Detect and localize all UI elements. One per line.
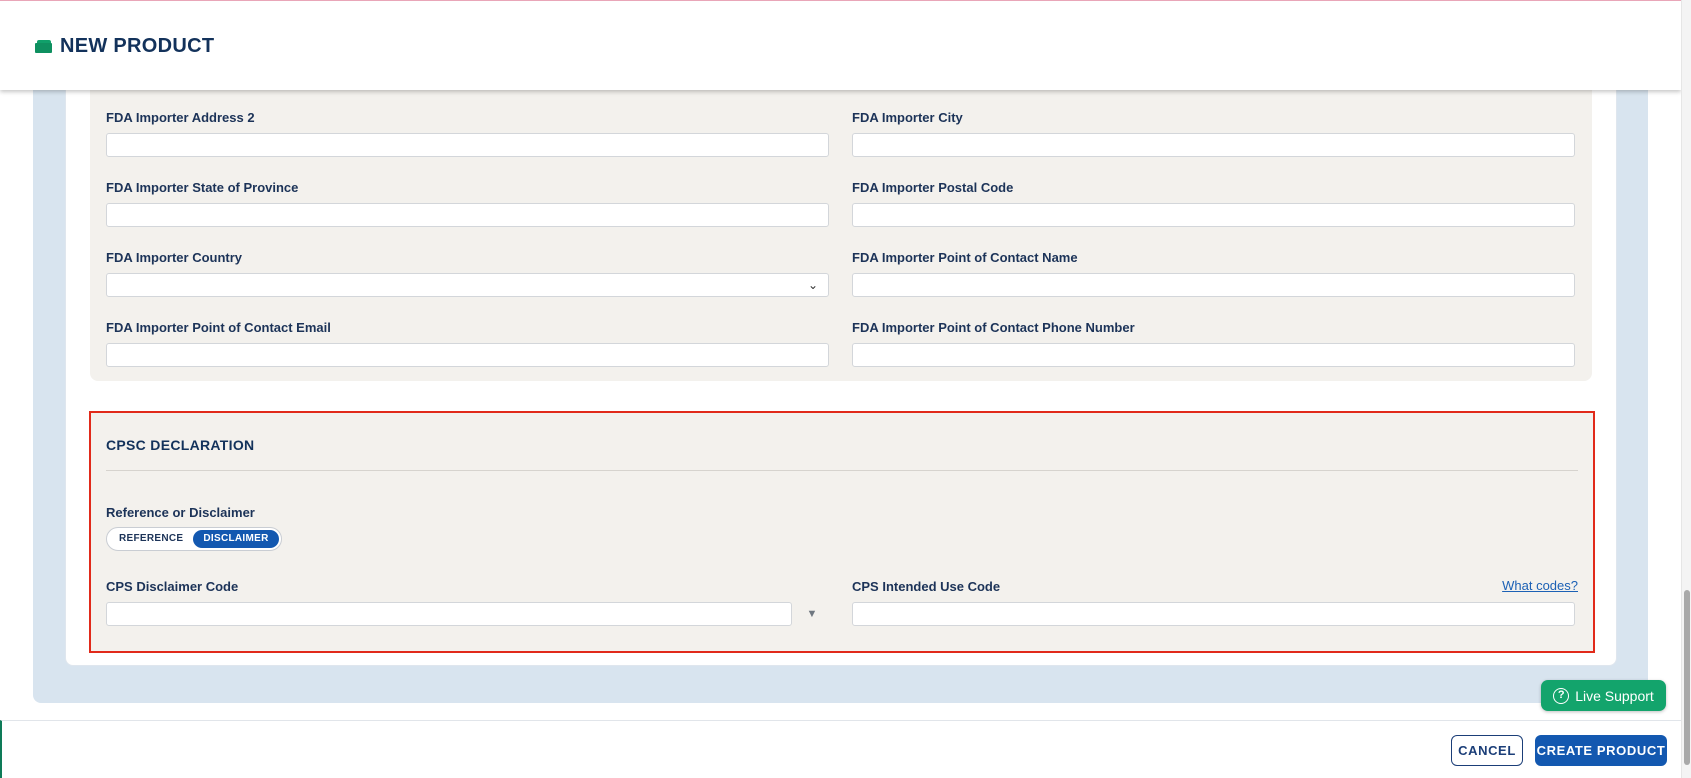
folder-icon (35, 40, 52, 53)
field-reference-or-disclaimer: Reference or Disclaimer (106, 505, 255, 528)
field-label: CPS Intended Use Code (852, 579, 1001, 594)
field-cps-disclaimer-code: CPS Disclaimer Code ▼ (106, 579, 829, 626)
field-label: FDA Importer Postal Code (852, 180, 1014, 195)
field-label: FDA Importer Point of Contact Phone Numb… (852, 320, 1135, 335)
field-label: FDA Importer State of Province (106, 180, 299, 195)
live-support-button[interactable]: ? Live Support (1541, 680, 1666, 711)
create-product-button[interactable]: CREATE PRODUCT (1535, 735, 1667, 766)
chevron-down-icon: ⌄ (807, 278, 818, 292)
field-fda-importer-poc-phone: FDA Importer Point of Contact Phone Numb… (852, 320, 1575, 367)
section-divider (106, 470, 1578, 471)
form-scroll-area[interactable]: FDA Importer Address 2 FDA Importer City… (0, 0, 1681, 720)
field-label: Reference or Disclaimer (106, 505, 255, 520)
fda-importer-city-input[interactable] (852, 133, 1575, 157)
title-wrap: NEW PRODUCT (35, 35, 214, 58)
field-label: CPS Disclaimer Code (106, 579, 239, 594)
fda-importer-poc-name-input[interactable] (852, 273, 1575, 297)
scrollbar[interactable] (1681, 0, 1691, 778)
modal-header: NEW PRODUCT (0, 0, 1681, 90)
field-label: FDA Importer Point of Contact Name (852, 250, 1078, 265)
fda-importer-poc-phone-input[interactable] (852, 343, 1575, 367)
reference-disclaimer-toggle[interactable]: REFERENCE DISCLAIMER (106, 527, 282, 551)
what-codes-link[interactable]: What codes? (1502, 578, 1578, 593)
cps-intended-use-code-input[interactable] (852, 602, 1575, 626)
fda-importer-panel: FDA Importer Address 2 FDA Importer City… (90, 60, 1592, 381)
fda-importer-state-input[interactable] (106, 203, 829, 227)
help-circle-icon: ? (1553, 687, 1570, 704)
fda-importer-postal-code-input[interactable] (852, 203, 1575, 227)
live-support-label: Live Support (1575, 687, 1654, 704)
field-label: FDA Importer Address 2 (106, 110, 255, 125)
cps-disclaimer-code-input[interactable] (106, 602, 792, 626)
caret-down-icon[interactable]: ▼ (795, 602, 829, 626)
field-fda-importer-country: FDA Importer Country ⌄ (106, 250, 829, 297)
modal-footer: CANCEL CREATE PRODUCT (0, 720, 1681, 778)
fda-importer-address-2-input[interactable] (106, 133, 829, 157)
page-title: NEW PRODUCT (60, 35, 215, 57)
field-label: FDA Importer Point of Contact Email (106, 320, 331, 335)
fda-importer-poc-email-input[interactable] (106, 343, 829, 367)
cps-disclaimer-code-combobox[interactable]: ▼ (106, 602, 829, 626)
field-fda-importer-city: FDA Importer City (852, 110, 1575, 157)
cpsc-declaration-section: CPSC DECLARATION Reference or Disclaimer… (89, 411, 1595, 653)
field-fda-importer-address-2: FDA Importer Address 2 (106, 110, 829, 157)
field-fda-importer-poc-name: FDA Importer Point of Contact Name (852, 250, 1575, 297)
toggle-reference[interactable]: REFERENCE (109, 530, 193, 548)
field-fda-importer-state-of-province: FDA Importer State of Province (106, 180, 829, 227)
fda-importer-country-select[interactable]: ⌄ (106, 273, 829, 297)
field-fda-importer-postal-code: FDA Importer Postal Code (852, 180, 1575, 227)
field-fda-importer-poc-email: FDA Importer Point of Contact Email (106, 320, 829, 367)
field-cps-intended-use-code: CPS Intended Use Code (852, 579, 1575, 626)
scrollbar-thumb[interactable] (1684, 590, 1690, 765)
toggle-disclaimer[interactable]: DISCLAIMER (193, 530, 279, 548)
section-title: CPSC DECLARATION (106, 437, 255, 453)
cancel-button[interactable]: CANCEL (1451, 735, 1523, 766)
field-label: FDA Importer City (852, 110, 963, 125)
field-label: FDA Importer Country (106, 250, 243, 265)
